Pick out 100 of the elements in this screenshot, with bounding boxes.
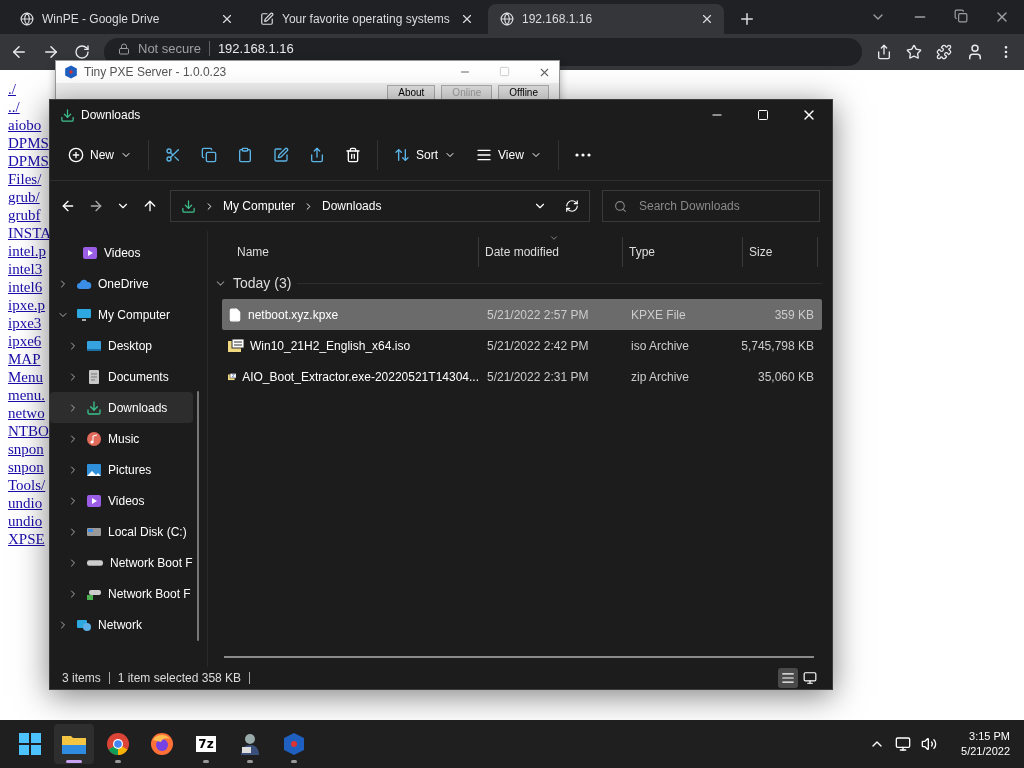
column-header[interactable]: Date modified (485, 245, 560, 259)
directory-link[interactable]: snpon (8, 458, 44, 476)
directory-link[interactable]: intel3 (8, 260, 43, 278)
clock[interactable]: 3:15 PM 5/21/2022 (961, 729, 1010, 759)
sidebar-item[interactable]: Videos (50, 237, 193, 268)
directory-link[interactable]: ipxe3 (8, 314, 42, 332)
file-name: netboot.xyz.kpxe (248, 307, 339, 322)
sidebar-item[interactable]: Documents (50, 361, 193, 392)
person-icon (238, 732, 262, 756)
directory-link[interactable]: XPSE (8, 530, 45, 548)
directory-link[interactable]: ./ (8, 80, 16, 98)
new-button[interactable]: New (60, 138, 140, 172)
up-icon[interactable] (142, 198, 158, 214)
share-icon (309, 147, 325, 163)
sidebar-item[interactable]: OneDrive (50, 268, 193, 299)
plus-icon (68, 147, 84, 163)
directory-link[interactable]: menu. (8, 386, 46, 404)
network-icon[interactable] (895, 736, 912, 752)
video-folder-icon (82, 244, 98, 261)
firefox-icon (150, 732, 174, 756)
directory-link[interactable]: DPMS (8, 152, 49, 170)
sidebar-item[interactable]: Network Boot F (50, 547, 193, 578)
directory-link[interactable]: Tools/ (8, 476, 46, 494)
new-tab-icon[interactable] (738, 10, 756, 28)
directory-link[interactable]: Menu (8, 368, 43, 386)
column-header[interactable]: Size (749, 245, 773, 259)
sort-button[interactable]: Sort (386, 138, 465, 172)
directory-link[interactable]: ../ (8, 98, 20, 116)
picture-icon (86, 461, 102, 478)
sidebar-item[interactable]: Desktop (50, 330, 193, 361)
file-size: 359 KB (774, 307, 814, 322)
group-header[interactable]: Today (3) (233, 275, 292, 291)
details-view-button[interactable] (778, 668, 798, 688)
directory-link[interactable]: NTBO (8, 422, 49, 440)
browser-tab[interactable]: WinPE - Google Drive (8, 4, 244, 34)
forward-icon[interactable] (42, 43, 60, 61)
search-field[interactable]: Search Downloads (602, 190, 820, 222)
directory-link[interactable]: snpon (8, 440, 44, 458)
scrollbar-thumb[interactable] (197, 391, 199, 641)
page-icon (260, 12, 274, 26)
sidebar-item[interactable]: Pictures (50, 454, 193, 485)
sidebar-item[interactable]: Network Boot F (50, 578, 193, 609)
taskbar-app[interactable]: 7z (186, 724, 226, 764)
directory-link[interactable]: Files/ (8, 170, 42, 188)
directory-link[interactable]: DPMS (8, 134, 49, 152)
file-type: iso Archive (631, 338, 690, 353)
directory-link[interactable]: grub/ (8, 188, 40, 206)
directory-link[interactable]: undio (8, 494, 43, 512)
download-icon (60, 107, 75, 123)
file-row[interactable]: Win10_21H2_English_x64.iso 5/21/2022 2:42 PM iso Archive 5,745,798 KB (222, 330, 822, 361)
close-icon (700, 12, 714, 26)
directory-link[interactable]: grubf (8, 206, 41, 224)
sidebar-item[interactable]: Local Disk (C:) (50, 516, 193, 547)
back-icon[interactable] (60, 198, 76, 214)
view-button[interactable]: View (468, 138, 550, 172)
directory-link[interactable]: ipxe6 (8, 332, 42, 350)
directory-link[interactable]: ipxe.p (8, 296, 46, 314)
directory-link[interactable]: netwo (8, 404, 45, 422)
file-type: zip Archive (631, 369, 690, 384)
sidebar-item[interactable]: Network (50, 609, 193, 640)
file-name: AIO_Boot_Extractor.exe-20220521T14304... (242, 369, 479, 384)
browser-tab[interactable]: Your favorite operating systems (248, 4, 484, 34)
breadcrumb-item[interactable]: My Computer (223, 199, 296, 213)
sort-caret-icon (549, 233, 559, 243)
file-row[interactable]: AIO_Boot_Extractor.exe-20220521T14304... 5/21/2022 2:31 PM zip Archive 35,060 KB (222, 361, 822, 392)
reload-icon[interactable] (74, 44, 90, 60)
sidebar-item[interactable]: Downloads (50, 392, 193, 423)
forward-icon[interactable] (88, 198, 104, 214)
file-row[interactable]: netboot.xyz.kpxe 5/21/2022 2:57 PM KPXE File 359 KB (222, 299, 822, 330)
sidebar-item[interactable]: My Computer (50, 299, 193, 330)
back-icon[interactable] (10, 43, 28, 61)
refresh-icon[interactable] (565, 199, 579, 213)
share-icon[interactable] (876, 44, 892, 60)
sidebar-item[interactable]: Videos (50, 485, 193, 516)
bookmark-icon[interactable] (906, 44, 922, 60)
close-icon (220, 12, 234, 26)
globe-icon (20, 12, 34, 26)
profile-icon[interactable] (966, 43, 984, 61)
breadcrumb-bar[interactable]: My Computer Downloads (170, 190, 590, 222)
directory-link[interactable]: INSTA (8, 224, 51, 242)
browser-tab[interactable]: 192.168.1.16 (488, 4, 724, 34)
extensions-icon[interactable] (936, 44, 952, 60)
file-date: 5/21/2022 2:31 PM (487, 369, 589, 384)
directory-link[interactable]: intel.p (8, 242, 46, 260)
video-folder-icon (86, 492, 102, 509)
column-header[interactable]: Type (629, 245, 655, 259)
directory-link[interactable]: aiobo (8, 116, 42, 134)
sidebar-item[interactable]: Music (50, 423, 193, 454)
directory-link[interactable]: intel6 (8, 278, 43, 296)
volume-icon[interactable] (921, 736, 938, 752)
taskbar-app[interactable] (54, 724, 94, 764)
scrollbar-thumb[interactable] (224, 656, 814, 658)
item-count: 3 items (62, 672, 110, 684)
music-icon (86, 430, 102, 447)
breadcrumb-item[interactable]: Downloads (322, 199, 382, 213)
directory-link[interactable]: MAP (8, 350, 41, 368)
directory-link[interactable]: undio (8, 512, 43, 530)
details-icon (781, 671, 795, 685)
column-header[interactable]: Name (237, 245, 269, 259)
restore-icon[interactable] (954, 9, 968, 23)
